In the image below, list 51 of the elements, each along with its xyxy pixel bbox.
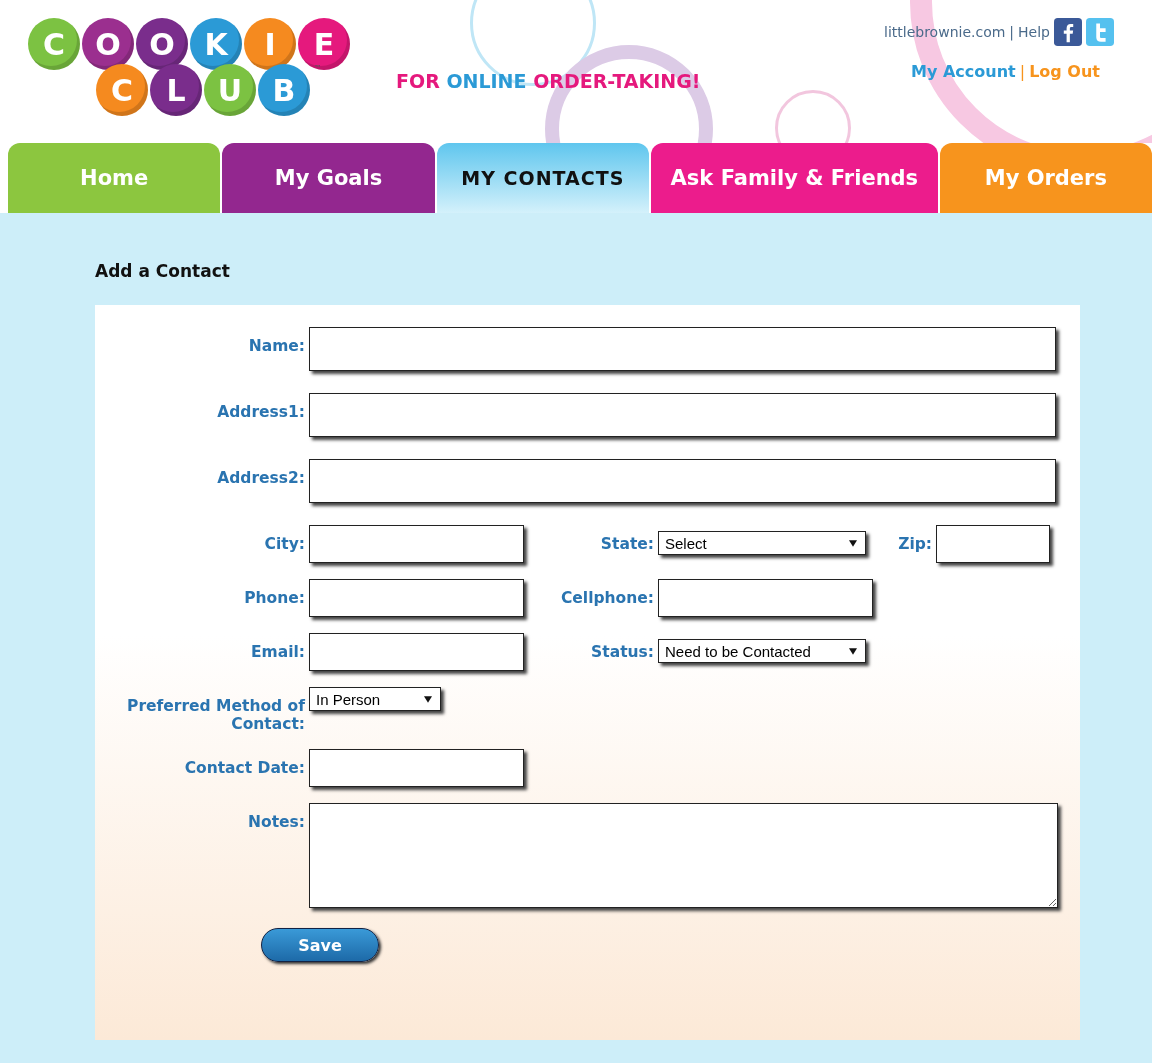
input-field[interactable] (936, 525, 1050, 563)
nav-tab[interactable]: My Goals (222, 143, 435, 213)
dropdown[interactable]: Select (658, 531, 866, 555)
logo-letter: U (204, 64, 256, 116)
logo-letter: L (150, 64, 202, 116)
logo-letter: I (244, 18, 296, 70)
trademark: ™ (314, 64, 322, 73)
input-field[interactable] (309, 579, 524, 617)
save-button[interactable]: Save (261, 928, 379, 962)
logo-letter: B (258, 64, 310, 116)
separator: | (1019, 62, 1026, 81)
field-label: Contact Date: (183, 758, 306, 777)
field-label: Name: (247, 336, 306, 355)
caret-icon (849, 539, 857, 547)
input-field[interactable] (309, 749, 524, 787)
input-field[interactable] (309, 525, 524, 563)
input-field[interactable] (309, 393, 1056, 437)
field-label: Phone: (243, 588, 306, 607)
facebook-icon[interactable] (1054, 18, 1082, 46)
help-link[interactable]: Help (1018, 24, 1050, 40)
nav-tab[interactable]: Ask Family & Friends (651, 143, 938, 213)
caret-icon (424, 695, 432, 703)
section-heading: Add a Contact (95, 261, 231, 281)
input-field[interactable] (309, 633, 524, 671)
my-account-link[interactable]: My Account (911, 62, 1016, 81)
field-label: Address1: (216, 402, 306, 421)
dropdown[interactable]: In Person (309, 687, 441, 711)
field-label: Email: (249, 642, 306, 661)
field-label: Address2: (216, 468, 306, 487)
input-field[interactable] (658, 579, 873, 617)
field-label: Cellphone: (559, 588, 655, 607)
field-label: Preferred Method of Contact: (126, 696, 306, 733)
logo-letter: O (82, 18, 134, 70)
field-label: Notes: (247, 812, 306, 831)
tagline: FOR ONLINE ORDER-TAKING! (396, 70, 701, 92)
dropdown[interactable]: Need to be Contacted (658, 639, 866, 663)
text-area[interactable] (309, 803, 1058, 908)
logo-letter: C (28, 18, 80, 70)
site-link[interactable]: littlebrownie.com (884, 24, 1006, 40)
logo-letter: K (190, 18, 242, 70)
logo-letter: C (96, 64, 148, 116)
input-field[interactable] (309, 459, 1056, 503)
field-label: Status: (590, 642, 655, 661)
caret-icon (849, 647, 857, 655)
nav-tab[interactable]: MY CONTACTS (436, 143, 650, 213)
field-label: Zip: (897, 534, 933, 553)
input-field[interactable] (309, 327, 1056, 371)
field-label: State: (599, 534, 655, 553)
logo-letter: O (136, 18, 188, 70)
separator: | (1009, 24, 1015, 40)
field-label: City: (263, 534, 306, 553)
